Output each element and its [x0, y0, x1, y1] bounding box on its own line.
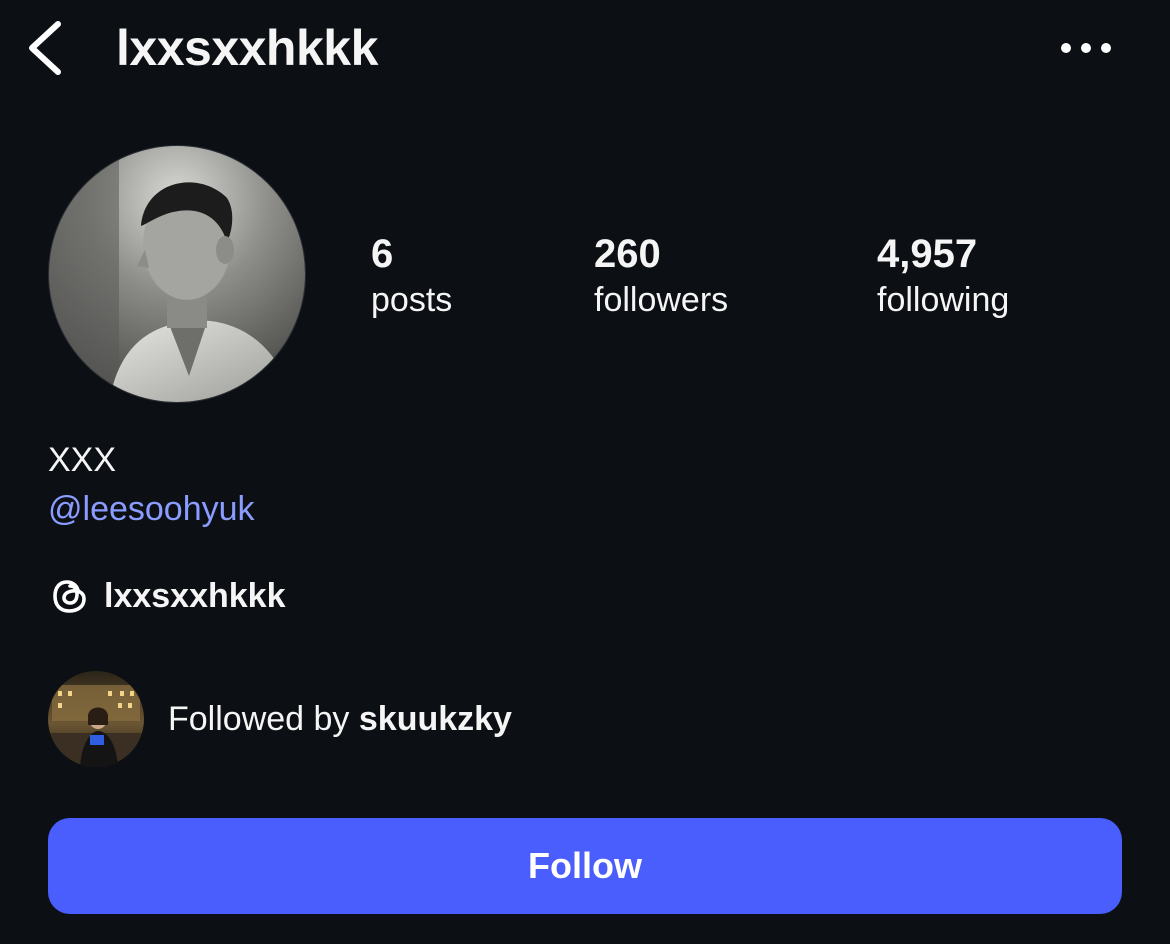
followers-count[interactable]: 260 followers: [594, 230, 728, 322]
mutual-follower-avatar: [48, 671, 144, 767]
bio-mention-link[interactable]: @leesoohyuk: [48, 488, 255, 530]
chevron-left-icon: [29, 21, 61, 75]
mutual-follower-photo: [48, 671, 144, 767]
followed-by-prefix: Followed by: [168, 700, 350, 738]
top-nav-bar: lxxsxxhkkk: [0, 0, 1170, 100]
followers-value: 260: [594, 232, 661, 276]
following-value: 4,957: [877, 232, 978, 276]
following-label: following: [877, 281, 1010, 319]
more-options-button[interactable]: [1058, 28, 1114, 68]
follow-button[interactable]: Follow: [48, 818, 1122, 914]
profile-username-title: lxxsxxhkkk: [116, 20, 378, 76]
followed-by-text: Followed by skuukzky: [168, 697, 512, 741]
threads-icon: [53, 580, 86, 613]
threads-username: lxxsxxhkkk: [104, 577, 286, 615]
profile-photo: [49, 146, 305, 402]
posts-label: posts: [371, 281, 453, 319]
followed-by-row[interactable]: Followed by skuukzky: [48, 671, 512, 767]
followed-by-name: skuukzky: [358, 700, 512, 738]
followers-label: followers: [594, 281, 729, 319]
back-button[interactable]: [22, 16, 70, 80]
posts-count: 6 posts: [371, 230, 452, 322]
threads-profile-link[interactable]: lxxsxxhkkk: [48, 572, 286, 620]
profile-avatar[interactable]: [48, 145, 306, 403]
more-horizontal-icon: [1061, 43, 1111, 53]
posts-value: 6: [371, 232, 394, 276]
following-count[interactable]: 4,957 following: [877, 230, 1009, 322]
display-name: XXX: [48, 441, 117, 479]
